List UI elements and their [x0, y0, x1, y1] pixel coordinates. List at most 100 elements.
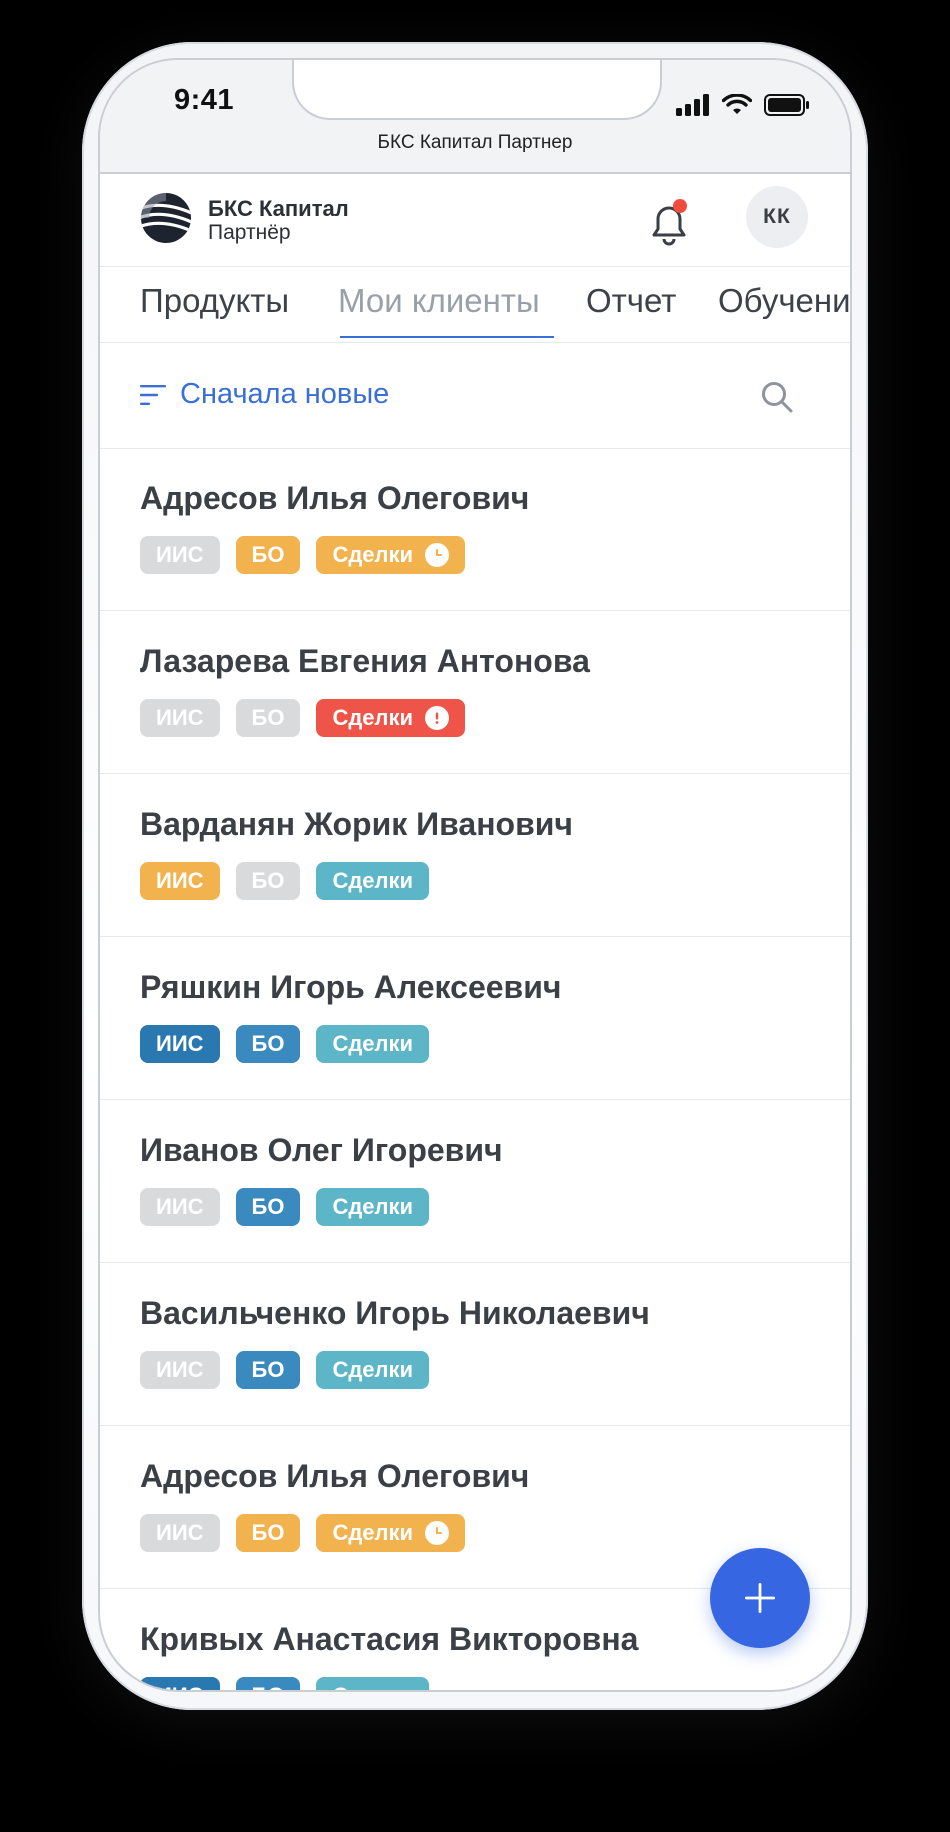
deals-badge-label: Сделки — [332, 1031, 414, 1056]
client-badges: ИИС БО Сделки — [140, 699, 466, 737]
bo-badge[interactable]: БО — [235, 699, 301, 737]
client-name: Васильченко Игорь Николаевич — [140, 1295, 650, 1331]
deals-badge[interactable]: Сделки — [316, 862, 430, 900]
bo-badge-label: БО — [251, 1031, 285, 1056]
iis-badge[interactable]: ИИС — [140, 1188, 220, 1226]
deals-badge-label: Сделки — [332, 1683, 413, 1690]
brand-subtitle: Партнёр — [208, 221, 291, 244]
clock-icon — [425, 543, 450, 567]
client-row[interactable]: Иванов Олег Игоревич ИИС БО Сделки — [100, 1100, 850, 1263]
active-tab-indicator — [340, 336, 554, 338]
search-icon[interactable] — [760, 380, 794, 414]
client-badges: ИИС БО Сделки — [140, 1025, 430, 1063]
bo-badge-label: БО — [251, 705, 285, 730]
client-row[interactable]: Варданян Жорик Иванович ИИС БО Сделки — [100, 774, 850, 937]
client-name: Лазарева Евгения Антонова — [140, 643, 590, 679]
iis-badge[interactable]: ИИС — [140, 1677, 220, 1690]
client-row[interactable]: Васильченко Игорь Николаевич ИИС БО Сделки — [100, 1263, 850, 1426]
deals-badge-label: Сделки — [332, 1194, 414, 1219]
iis-badge[interactable]: ИИС — [140, 536, 220, 574]
status-bar: 9:41 БКС Капитал Партнер — [100, 60, 850, 172]
avatar[interactable]: КК — [746, 186, 808, 248]
deals-badge[interactable]: Сделки — [316, 536, 466, 574]
notch — [292, 60, 662, 120]
deals-badge[interactable]: Сделки — [316, 1188, 430, 1226]
bks-logo-icon[interactable] — [140, 192, 192, 244]
wifi-icon — [722, 94, 752, 114]
iis-badge[interactable]: ИИС — [140, 699, 220, 737]
deals-badge-label: Сделки — [332, 542, 414, 567]
filter-bar: Сначала новые — [100, 342, 850, 449]
bo-badge[interactable]: БО — [235, 862, 301, 900]
client-name: Иванов Олег Игоревич — [140, 1132, 503, 1168]
deals-badge[interactable]: Сделки — [316, 699, 466, 737]
clock-icon — [425, 1521, 450, 1545]
bo-badge[interactable]: БО — [235, 1514, 301, 1552]
iis-badge-label: ИИС — [156, 1031, 204, 1056]
plus-icon — [745, 1583, 775, 1613]
iis-badge[interactable]: ИИС — [140, 862, 220, 900]
iis-badge[interactable]: ИИС — [140, 1025, 220, 1063]
notification-bell-icon[interactable] — [648, 196, 694, 246]
client-badges: ИИС БО Сделки — [140, 862, 430, 900]
bo-badge[interactable]: БО — [235, 536, 301, 574]
iis-badge[interactable]: ИИС — [140, 1514, 220, 1552]
brand-name: БКС Капитал — [208, 196, 349, 221]
iis-badge[interactable]: ИИС — [140, 1351, 220, 1389]
app-header: БКС Капитал Партнёр КК — [100, 172, 850, 267]
tab-products[interactable]: Продукты — [140, 282, 289, 320]
deals-badge[interactable]: Сделки — [316, 1351, 430, 1389]
bo-badge-label: БО — [251, 1194, 285, 1219]
client-name: Варданян Жорик Иванович — [140, 806, 573, 842]
bo-badge-label: БО — [251, 1520, 285, 1545]
bo-badge-label: БО — [251, 868, 285, 893]
iis-badge-label: ИИС — [156, 1683, 204, 1690]
bo-badge[interactable]: БО — [235, 1351, 301, 1389]
tab-my-clients[interactable]: Мои клиенты — [338, 282, 540, 320]
iis-badge-label: ИИС — [156, 1194, 204, 1219]
iis-badge-label: ИИС — [156, 542, 204, 567]
bo-badge[interactable]: БО — [235, 1025, 301, 1063]
status-time: 9:41 — [174, 84, 235, 116]
client-badges: ИИС БО Сделки — [140, 1677, 430, 1690]
client-row[interactable]: Ряшкин Игорь Алексеевич ИИС БО Сделки — [100, 937, 850, 1100]
bo-badge[interactable]: БО — [235, 1677, 301, 1690]
deals-badge-label: Сделки — [332, 1357, 414, 1382]
sort-button[interactable]: Сначала новые — [180, 378, 389, 411]
browser-title: БКС Капитал Партнер — [377, 132, 573, 153]
deals-badge-label: Сделки — [332, 705, 414, 730]
bo-badge-label: БО — [251, 542, 285, 567]
bo-badge-label: БО — [251, 1357, 285, 1382]
tab-learning[interactable]: Обучение — [718, 282, 850, 320]
tab-bar: Продукты Мои клиенты Отчет Обучение — [100, 266, 850, 343]
iis-badge-label: ИИС — [156, 1357, 204, 1382]
client-list: Адресов Илья Олегович ИИС БО Сделки Лазарева… — [100, 448, 850, 1690]
iis-badge-label: ИИС — [156, 868, 204, 893]
deals-badge-label: Сделки — [332, 1520, 414, 1545]
status-icons — [676, 92, 810, 118]
phone-screen: 9:41 БКС Капитал Партнер БКС Капитал Пар… — [100, 60, 850, 1690]
battery-icon — [764, 94, 809, 116]
alert-icon — [435, 712, 439, 724]
bo-badge[interactable]: БО — [235, 1188, 301, 1226]
deals-badge[interactable]: Сделки — [316, 1677, 430, 1690]
add-client-button[interactable] — [710, 1548, 810, 1648]
client-row[interactable]: Лазарева Евгения Антонова ИИС БО Сделки — [100, 611, 850, 774]
client-badges: ИИС БО Сделки — [140, 1514, 466, 1552]
clock-icon — [436, 549, 443, 556]
iis-badge-label: ИИС — [156, 705, 204, 730]
tab-report[interactable]: Отчет — [586, 282, 676, 320]
sort-icon[interactable] — [140, 384, 166, 406]
signal-icon — [676, 94, 709, 116]
notification-dot — [673, 199, 687, 213]
client-row[interactable]: Адресов Илья Олегович ИИС БО Сделки — [100, 448, 850, 611]
client-name: Адресов Илья Олегович — [140, 1458, 530, 1494]
deals-badge-label: Сделки — [332, 868, 414, 893]
deals-badge[interactable]: Сделки — [316, 1514, 466, 1552]
deals-badge[interactable]: Сделки — [316, 1025, 430, 1063]
client-badges: ИИС БО Сделки — [140, 1351, 430, 1389]
client-badges: ИИС БО Сделки — [140, 1188, 430, 1226]
bo-badge-label: БО — [252, 1683, 285, 1690]
client-name: Адресов Илья Олегович — [140, 480, 530, 516]
clock-icon — [436, 1527, 443, 1534]
